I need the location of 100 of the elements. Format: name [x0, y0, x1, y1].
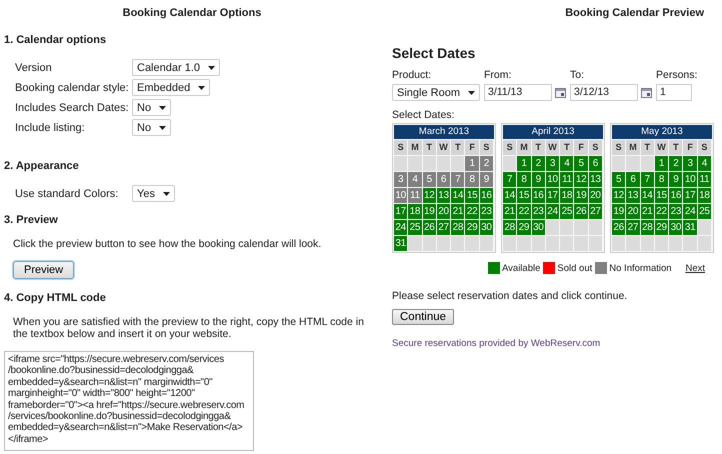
day-cell[interactable]: 7 [451, 172, 464, 187]
day-cell[interactable]: 20 [626, 204, 640, 219]
day-cell[interactable]: 11 [560, 172, 574, 187]
day-cell[interactable]: 17 [546, 188, 560, 203]
product-dropdown[interactable]: Single Room [392, 84, 480, 101]
option-dropdown[interactable]: No [132, 119, 172, 136]
day-cell[interactable]: 22 [517, 204, 531, 219]
day-cell[interactable]: 17 [683, 188, 697, 203]
day-cell[interactable]: 13 [588, 172, 602, 187]
day-cell[interactable]: 31 [394, 236, 408, 251]
day-cell[interactable]: 6 [588, 156, 602, 171]
date-field[interactable]: 3/12/13 [570, 84, 638, 101]
day-cell[interactable]: 14 [451, 188, 464, 203]
day-cell[interactable]: 9 [532, 172, 545, 187]
day-cell[interactable]: 30 [669, 220, 682, 235]
day-cell[interactable]: 11 [408, 188, 422, 203]
day-cell[interactable]: 31 [683, 220, 697, 235]
day-cell[interactable]: 3 [683, 156, 697, 171]
day-cell[interactable]: 25 [560, 204, 574, 219]
next-link[interactable]: Next [685, 262, 705, 274]
day-cell[interactable]: 22 [465, 204, 479, 219]
day-cell[interactable]: 8 [517, 172, 531, 187]
day-cell[interactable]: 19 [612, 204, 626, 219]
day-cell[interactable]: 1 [654, 156, 668, 171]
day-cell[interactable]: 18 [408, 204, 422, 219]
calendar-icon[interactable] [640, 88, 652, 98]
day-cell[interactable]: 14 [640, 188, 654, 203]
day-cell[interactable]: 27 [588, 204, 602, 219]
day-cell[interactable]: 24 [546, 204, 560, 219]
day-cell[interactable]: 26 [574, 204, 588, 219]
date-field[interactable]: 3/11/13 [484, 84, 552, 101]
day-cell[interactable]: 26 [612, 220, 626, 235]
day-cell[interactable]: 1 [465, 156, 479, 171]
day-cell[interactable]: 16 [532, 188, 545, 203]
provider-link[interactable]: Secure reservations provided by WebReserv.com [392, 338, 600, 349]
day-cell[interactable]: 12 [574, 172, 588, 187]
day-cell[interactable]: 2 [532, 156, 545, 171]
day-cell[interactable]: 19 [574, 188, 588, 203]
day-cell[interactable]: 5 [422, 172, 436, 187]
day-cell[interactable]: 30 [532, 220, 545, 235]
day-cell[interactable]: 18 [698, 188, 712, 203]
day-cell[interactable]: 3 [394, 172, 408, 187]
option-dropdown[interactable]: No [132, 99, 172, 116]
day-cell[interactable]: 24 [683, 204, 697, 219]
day-cell[interactable]: 4 [698, 156, 712, 171]
day-cell[interactable]: 12 [422, 188, 436, 203]
option-dropdown[interactable]: Embedded [132, 79, 210, 96]
day-cell[interactable]: 24 [394, 220, 408, 235]
day-cell[interactable]: 19 [422, 204, 436, 219]
day-cell[interactable]: 10 [394, 188, 408, 203]
day-cell[interactable]: 8 [465, 172, 479, 187]
day-cell[interactable]: 7 [503, 172, 516, 187]
day-cell[interactable]: 14 [503, 188, 516, 203]
continue-button[interactable]: Continue [392, 309, 454, 325]
day-cell[interactable]: 25 [698, 204, 712, 219]
day-cell[interactable]: 26 [422, 220, 436, 235]
day-cell[interactable]: 23 [669, 204, 682, 219]
day-cell[interactable]: 2 [669, 156, 682, 171]
day-cell[interactable]: 13 [436, 188, 450, 203]
persons-field[interactable]: 1 [656, 84, 692, 101]
day-cell[interactable]: 9 [669, 172, 682, 187]
day-cell[interactable]: 10 [683, 172, 697, 187]
day-cell[interactable]: 7 [640, 172, 654, 187]
day-cell[interactable]: 28 [640, 220, 654, 235]
day-cell[interactable]: 2 [480, 156, 494, 171]
day-cell[interactable]: 21 [503, 204, 516, 219]
day-cell[interactable]: 20 [436, 204, 450, 219]
day-cell[interactable]: 27 [436, 220, 450, 235]
html-code-textbox[interactable]: <iframe src="https://secure.webreserv.com/services /bookonline.do?businessid=decolodgingga& embedded=y&search=n&list=n" marginwidth="0" marginheight="0" width="800" height="1200" frameborder="0"><a href="https://secure.webreserv.com /services/bookonline.do?businessid=decolodgingga& embedded=y&search=n&list=n">Make Reservation</a> </iframe> [4, 351, 254, 451]
day-cell[interactable]: 28 [503, 220, 516, 235]
day-cell[interactable]: 4 [408, 172, 422, 187]
preview-button[interactable]: Preview [13, 261, 74, 279]
day-cell[interactable]: 29 [517, 220, 531, 235]
day-cell[interactable]: 9 [480, 172, 494, 187]
calendar-icon[interactable] [554, 88, 566, 98]
day-cell[interactable]: 27 [626, 220, 640, 235]
day-cell[interactable]: 21 [451, 204, 464, 219]
day-cell[interactable]: 13 [626, 188, 640, 203]
day-cell[interactable]: 22 [654, 204, 668, 219]
day-cell[interactable]: 8 [654, 172, 668, 187]
day-cell[interactable]: 16 [480, 188, 494, 203]
day-cell[interactable]: 17 [394, 204, 408, 219]
day-cell[interactable]: 29 [654, 220, 668, 235]
option-dropdown[interactable]: Calendar 1.0 [132, 59, 220, 76]
day-cell[interactable]: 15 [465, 188, 479, 203]
day-cell[interactable]: 28 [451, 220, 464, 235]
day-cell[interactable]: 10 [546, 172, 560, 187]
day-cell[interactable]: 6 [626, 172, 640, 187]
day-cell[interactable]: 12 [612, 188, 626, 203]
option-dropdown[interactable]: Yes [132, 185, 175, 202]
day-cell[interactable]: 20 [588, 188, 602, 203]
day-cell[interactable]: 16 [669, 188, 682, 203]
day-cell[interactable]: 1 [517, 156, 531, 171]
day-cell[interactable]: 23 [480, 204, 494, 219]
day-cell[interactable]: 4 [560, 156, 574, 171]
day-cell[interactable]: 11 [698, 172, 712, 187]
day-cell[interactable]: 15 [517, 188, 531, 203]
day-cell[interactable]: 21 [640, 204, 654, 219]
day-cell[interactable]: 30 [480, 220, 494, 235]
day-cell[interactable]: 6 [436, 172, 450, 187]
